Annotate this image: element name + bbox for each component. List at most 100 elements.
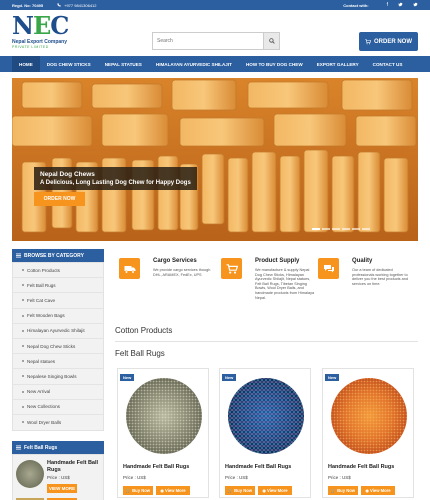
slider-dot[interactable] (342, 228, 350, 230)
phone-icon (57, 3, 61, 7)
slider-dot[interactable] (312, 228, 320, 230)
buy-now-button[interactable]: 🛒 Buy Now (225, 486, 255, 495)
services-row: Cargo Services We provide cargo services… (115, 256, 418, 316)
twitter-icon[interactable] (413, 2, 418, 9)
category-list: Cotton Products Felt Ball Rugs Felt Cat … (12, 262, 104, 432)
order-now-label: ORDER NOW (374, 38, 412, 45)
view-more-button[interactable]: ◉ View More (361, 486, 395, 495)
slider-dot[interactable] (322, 228, 330, 230)
category-item[interactable]: Felt Ball Rugs (13, 278, 103, 294)
nav-home[interactable]: HOME (12, 56, 40, 72)
view-more-button[interactable]: ◉ View More (156, 486, 190, 495)
category-item[interactable]: Felt Wooden Bags (13, 309, 103, 324)
cart-icon: 🛒 (330, 487, 337, 493)
category-heading: BROWSE BY CATEGORY (12, 249, 104, 262)
hero-caption: Nepal Dog Chews A Delicious, Long Lastin… (34, 167, 197, 190)
search-input[interactable] (153, 33, 263, 49)
product-image[interactable] (227, 377, 305, 455)
category-item[interactable]: Nepal Dog Chew Sticks (13, 339, 103, 355)
category-item[interactable]: New Arrival (13, 385, 103, 400)
nav-nepal-statues[interactable]: NEPAL STATUES (98, 56, 149, 72)
service-desc: We manufacture & supply Nepal Dog Chew S… (255, 268, 315, 300)
service-desc: Our a team of dedicated professionals wo… (352, 268, 408, 286)
service-title: Product Supply (255, 258, 300, 264)
search-button[interactable] (263, 33, 279, 49)
site-header: NEC Nepal Export Company PRIVATE LIMITED… (0, 10, 430, 56)
slider-dot[interactable] (362, 228, 370, 230)
eye-icon: ◉ (365, 488, 369, 493)
bullet-icon (22, 345, 24, 348)
category-item[interactable]: Felt Cat Cave (13, 293, 103, 309)
product-card: New Handmade Felt Ball Rugs Price : US$ … (117, 368, 209, 498)
truck-icon (119, 258, 140, 279)
new-badge: New (222, 374, 237, 381)
category-item[interactable]: Wool Dryer Balls (13, 415, 103, 430)
bullet-icon (22, 421, 24, 424)
section-divider (115, 341, 418, 342)
site-logo[interactable]: NEC Nepal Export Company PRIVATE LIMITED (12, 14, 72, 52)
new-badge: New (325, 374, 340, 381)
top-bar: Regd. No: 70495 +977 9841306412 Contact … (0, 0, 430, 10)
registration-number: Regd. No: 70495 (12, 2, 44, 8)
twitter-icon[interactable] (398, 2, 403, 9)
nav-export-gallery[interactable]: EXPORT GALLERY (310, 56, 366, 72)
category-item[interactable]: Himalayan Ayurvedic Shilajit (13, 324, 103, 339)
nav-contact-us[interactable]: CONTACT US (366, 56, 410, 72)
bullet-icon (22, 284, 24, 287)
bullet-icon (22, 329, 24, 332)
nav-how-to-buy[interactable]: HOW TO BUY DOG CHEW (239, 56, 310, 72)
bullet-icon (22, 405, 24, 408)
new-badge: New (120, 374, 135, 381)
section-title-felt: Felt Ball Rugs (115, 349, 165, 358)
category-item[interactable]: Nepalese Singing Bowls (13, 369, 103, 385)
product-name[interactable]: Handmade Felt Ball Rugs (47, 460, 102, 473)
hero-slider[interactable]: Nepal Dog Chews A Delicious, Long Lastin… (12, 78, 418, 241)
eye-icon: ◉ (160, 488, 164, 493)
buy-now-button[interactable]: 🛒 Buy Now (328, 486, 358, 495)
category-sidebar: BROWSE BY CATEGORY Cotton Products Felt … (12, 249, 104, 500)
slider-dot[interactable] (332, 228, 340, 230)
featured-product: Handmade Felt Ball Rugs Price : US$ VIEW… (12, 454, 104, 500)
cart-icon: 🛒 (227, 487, 234, 493)
nav-dog-chew-sticks[interactable]: DOG CHEW STICKS (40, 56, 98, 72)
bullet-icon (22, 390, 24, 393)
product-thumbnail[interactable] (16, 460, 44, 489)
hero-title: Nepal Dog Chews (40, 171, 95, 178)
order-now-button[interactable]: ORDER NOW (359, 32, 418, 51)
view-more-button[interactable]: VIEW MORE (47, 484, 77, 494)
bullet-icon (22, 314, 24, 317)
cart-icon (221, 258, 242, 279)
hero-order-button[interactable]: ORDER NOW (34, 192, 85, 206)
slider-dot[interactable] (352, 228, 360, 230)
product-name[interactable]: Handmade Felt Ball Rugs (123, 464, 189, 470)
list-icon (16, 445, 21, 450)
bullet-icon (22, 299, 24, 302)
cart-icon (365, 38, 371, 44)
product-price: Price : US$ (123, 475, 146, 480)
main-nav: HOME DOG CHEW STICKS NEPAL STATUES HIMAL… (0, 56, 430, 72)
hero-image (12, 78, 418, 241)
facebook-icon[interactable]: f (387, 2, 388, 8)
featured-heading: Felt Ball Rugs (12, 441, 104, 455)
nav-shilajit[interactable]: HIMALAYAN AYURVEDIC SHILAJIT (149, 56, 239, 72)
product-image[interactable] (125, 377, 203, 455)
section-title-cotton: Cotton Products (115, 326, 173, 335)
service-desc: We provide cargo services though DHL, AR… (153, 268, 211, 277)
logo-mark: NEC (12, 11, 69, 40)
search-box (152, 32, 280, 50)
product-price: Price : US$ (225, 475, 248, 480)
product-image[interactable] (330, 377, 408, 455)
product-card: New Handmade Felt Ball Rugs Price : US$ … (219, 368, 311, 498)
category-item[interactable]: Cotton Products (13, 263, 103, 279)
buy-now-button[interactable]: 🛒 Buy Now (123, 486, 153, 495)
phone-number: +977 9841306412 (64, 2, 97, 8)
category-item[interactable]: New Collections (13, 400, 103, 415)
category-item[interactable]: Nepal statues (13, 354, 103, 370)
bullet-icon (22, 375, 24, 378)
list-icon (16, 253, 21, 258)
view-more-button[interactable]: ◉ View More (258, 486, 292, 495)
product-name[interactable]: Handmade Felt Ball Rugs (225, 464, 291, 470)
slider-dots (312, 228, 370, 230)
product-name[interactable]: Handmade Felt Ball Rugs (328, 464, 394, 470)
phone-info: +977 9841306412 (57, 2, 97, 8)
